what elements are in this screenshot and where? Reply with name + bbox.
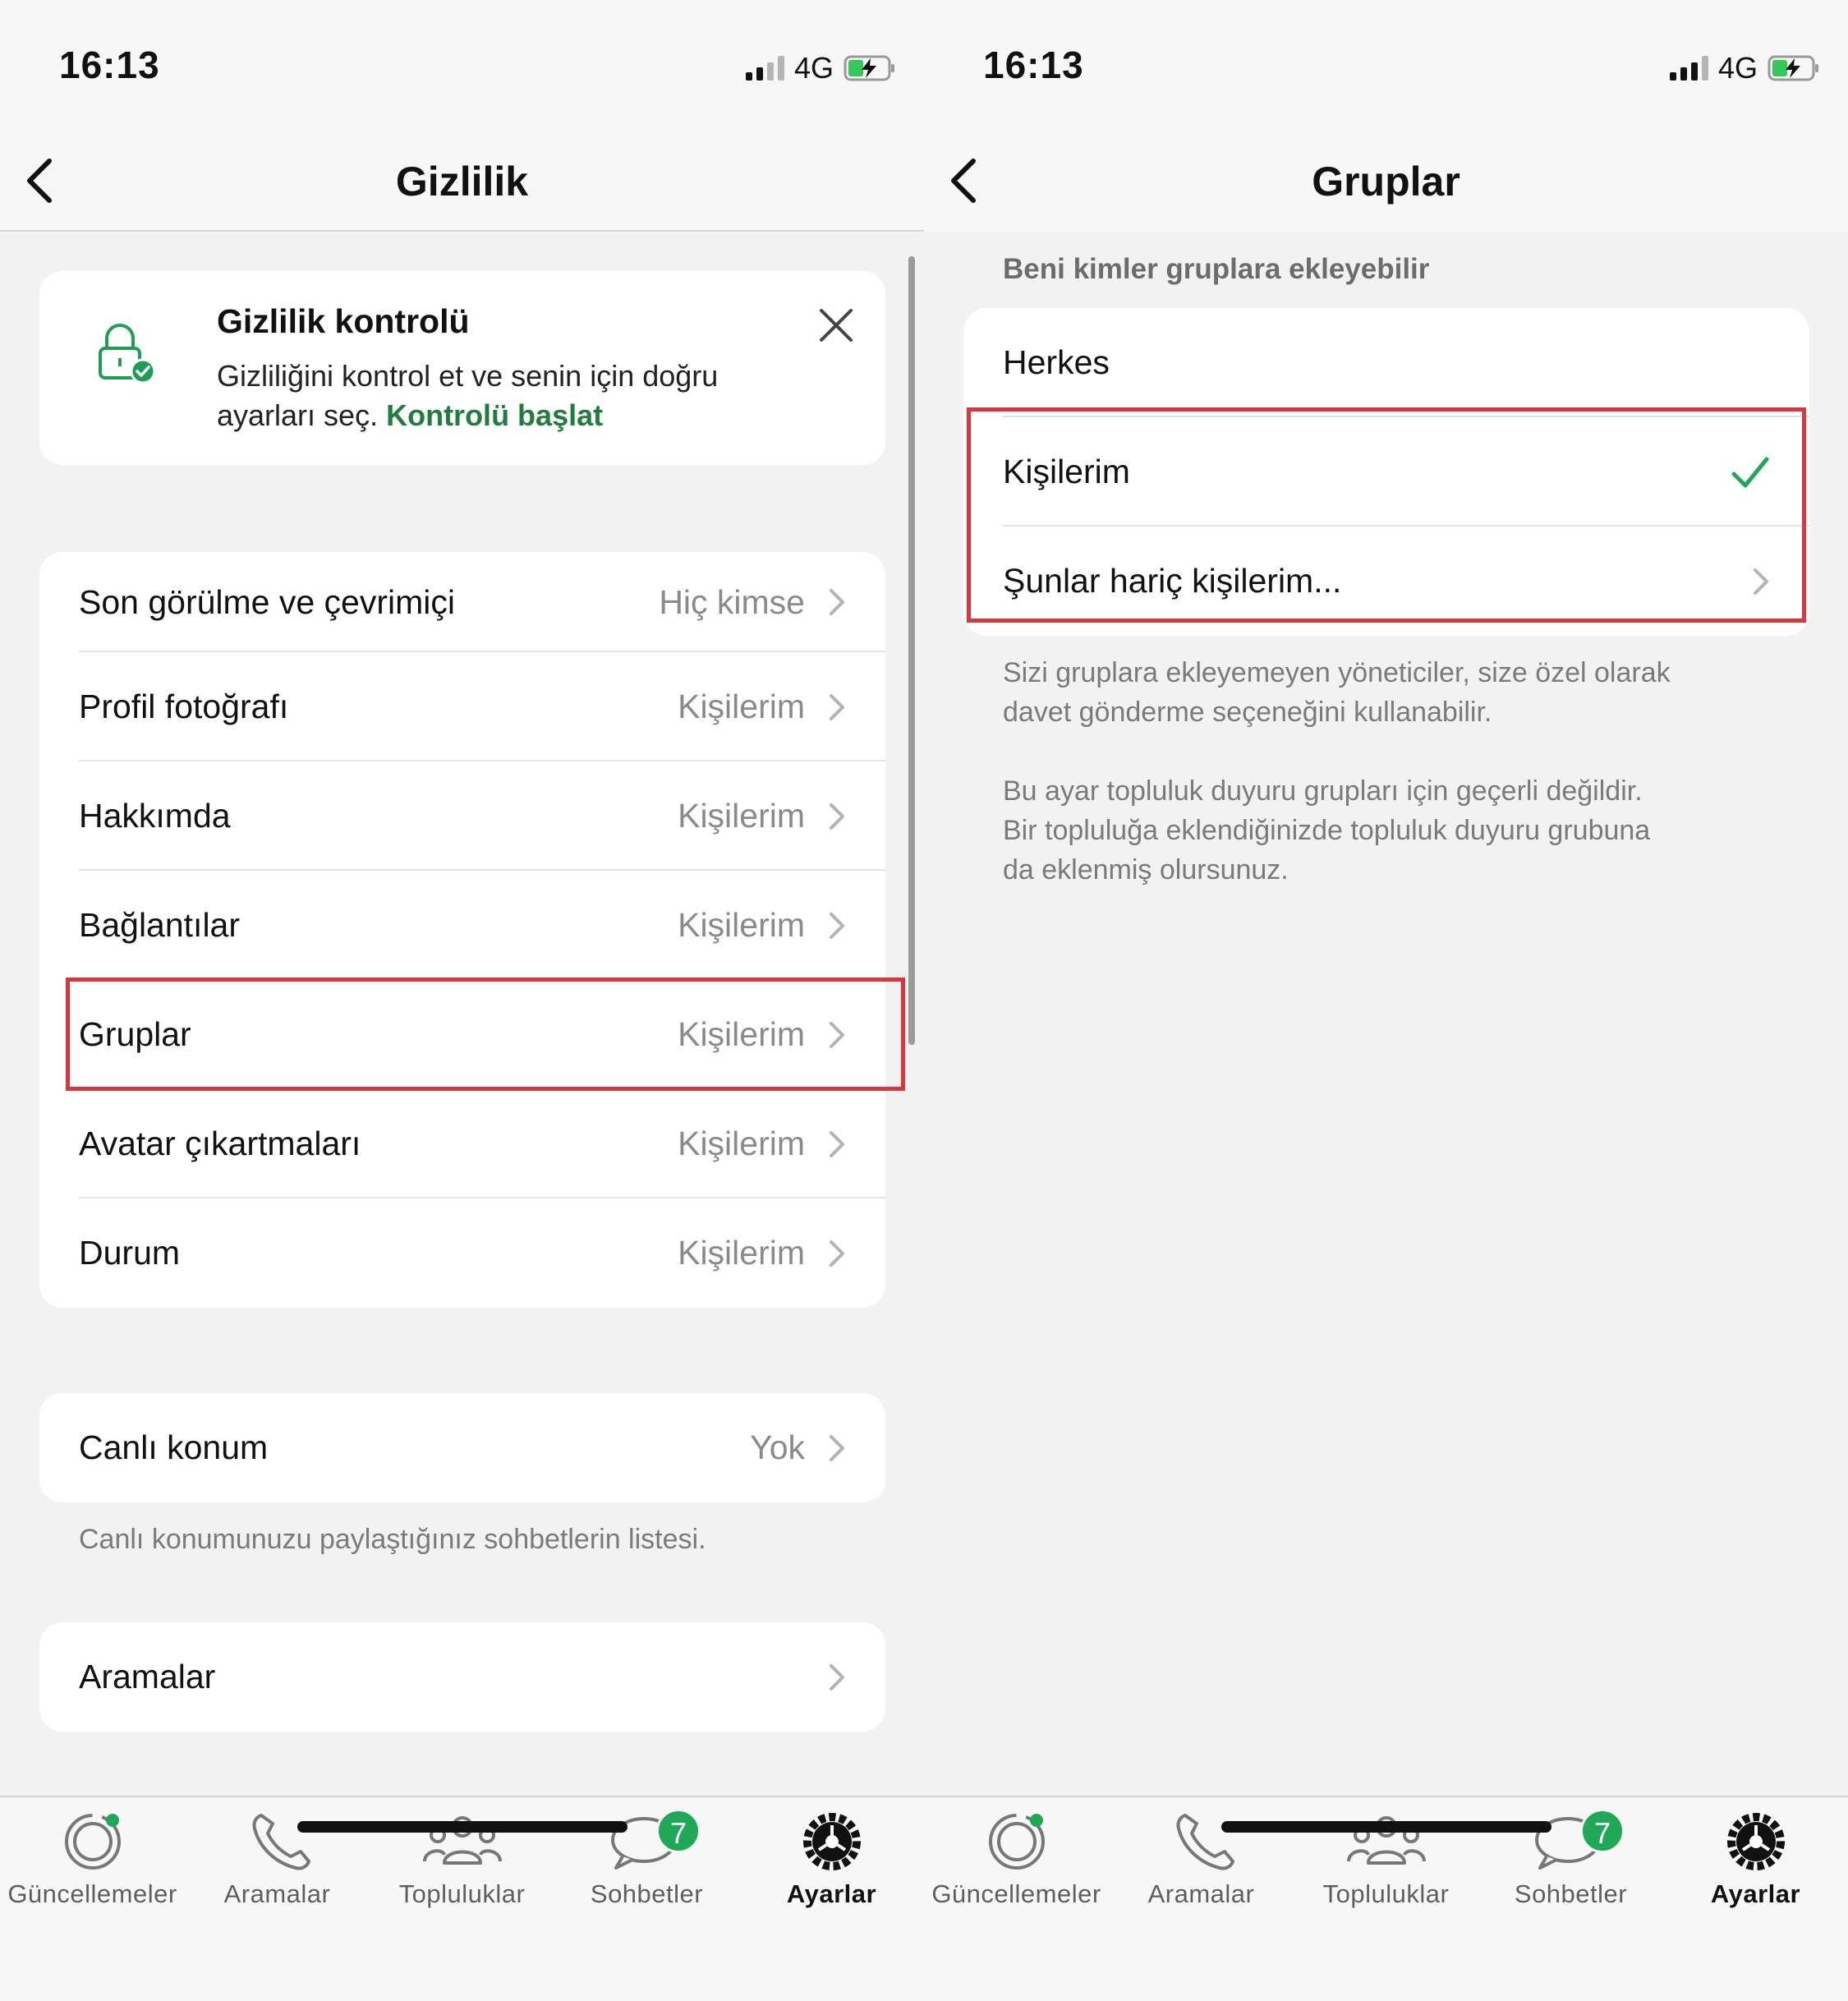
battery-charging-icon (844, 55, 894, 81)
close-icon[interactable] (818, 307, 854, 343)
setting-value: Kişilerim (678, 906, 805, 944)
chevron-right-icon (830, 1434, 844, 1461)
start-check-link[interactable]: Kontrolü başlat (386, 398, 603, 432)
setting-value: Hiç kimse (659, 582, 805, 621)
status-time: 16:13 (983, 44, 1084, 86)
privacy-check-description: Gizliliğini kontrol et ve senin için doğ… (217, 356, 808, 435)
chevron-right-icon (830, 1130, 844, 1157)
live-location-footnote: Canlı konumunuzu paylaştığınız sohbetler… (79, 1524, 706, 1555)
groups-row-highlight (66, 978, 905, 1091)
nav-bar: Gizlilik (0, 131, 924, 232)
tab-label: Topluluklar (1322, 1879, 1450, 1908)
network-type: 4G (793, 51, 834, 85)
tab-settings[interactable]: Ayarlar (739, 1809, 924, 1909)
tab-settings[interactable]: Ayarlar (1663, 1809, 1848, 1909)
setting-label: Profil fotoğrafı (79, 688, 289, 725)
setting-label: Bağlantılar (79, 906, 241, 944)
tab-updates[interactable]: Güncellemeler (924, 1809, 1109, 1909)
note-line: da eklenmiş olursunuz. (1003, 854, 1289, 886)
tab-label: Güncellemeler (931, 1879, 1101, 1908)
setting-label: Hakkımda (79, 797, 231, 835)
chevron-right-icon (830, 912, 844, 939)
tab-label: Ayarlar (786, 1879, 877, 1908)
privacy-settings-list: Son görülme ve çevrimiçi Hiç kimse Profi… (39, 552, 885, 1308)
home-indicator (1221, 1821, 1551, 1833)
privacy-check-title: Gizlilik kontrolü (217, 302, 470, 340)
community-announcement-note: Bu ayar topluluk duyuru grupları için ge… (1003, 771, 1650, 890)
battery-charging-icon (1768, 55, 1818, 81)
settings-gear-icon (1726, 1813, 1785, 1870)
setting-row-calls[interactable]: Aramalar (39, 1622, 885, 1732)
chevron-right-icon (830, 1663, 844, 1690)
option-label: Herkes (1003, 343, 1110, 381)
chevron-right-icon (830, 1240, 844, 1267)
signal-icon (1669, 56, 1708, 80)
setting-value: Kişilerim (678, 688, 805, 725)
updates-icon (64, 1814, 121, 1870)
nav-bar: Gruplar (924, 131, 1848, 232)
setting-row-links[interactable]: Bağlantılar Kişilerim (39, 871, 885, 980)
settings-gear-icon (802, 1813, 861, 1870)
lock-check-icon (99, 324, 156, 384)
status-time: 16:13 (59, 44, 160, 86)
privacy-screen: 16:13 4G Gizlilik Gizlilik kontrolü Gizl… (0, 0, 924, 2001)
tab-label: Sohbetler (1514, 1879, 1628, 1908)
signal-icon (745, 56, 784, 80)
setting-value: Kişilerim (678, 1125, 805, 1162)
setting-label: Canlı konum (79, 1428, 269, 1466)
setting-value: Kişilerim (678, 1234, 805, 1272)
unread-badge: 7 (1580, 1809, 1625, 1853)
tab-updates[interactable]: Güncellemeler (0, 1809, 185, 1909)
status-bar: 16:13 4G (924, 0, 1848, 131)
tab-label: Ayarlar (1710, 1879, 1801, 1908)
setting-row-status[interactable]: Durum Kişilerim (39, 1198, 885, 1308)
setting-row-live-location[interactable]: Canlı konum Yok (39, 1393, 885, 1502)
tab-label: Sohbetler (590, 1879, 704, 1908)
admin-invite-note: Sizi gruplara ekleyemeyen yöneticiler, s… (1003, 653, 1671, 732)
chevron-right-icon (830, 803, 844, 830)
setting-label: Son görülme ve çevrimiçi (79, 582, 455, 621)
calls-card: Aramalar (39, 1622, 885, 1732)
setting-label: Durum (79, 1234, 181, 1272)
page-title: Gruplar (1312, 159, 1460, 205)
setting-row-avatar-stickers[interactable]: Avatar çıkartmaları Kişilerim (39, 1089, 885, 1198)
section-header: Beni kimler gruplara ekleyebilir (1003, 253, 1430, 285)
note-line: davet gönderme seçeneğini kullanabilir. (1003, 697, 1492, 728)
scrollbar[interactable] (908, 256, 915, 1045)
page-title: Gizlilik (395, 159, 529, 205)
home-indicator (297, 1821, 627, 1833)
network-type: 4G (1717, 51, 1758, 85)
communities-icon (422, 1816, 502, 1865)
communities-icon (1346, 1816, 1426, 1865)
setting-row-profile-photo[interactable]: Profil fotoğrafı Kişilerim (39, 652, 885, 761)
note-line: Sizi gruplara ekleyemeyen yöneticiler, s… (1003, 657, 1671, 688)
chevron-right-icon (830, 589, 844, 615)
options-highlight (967, 407, 1806, 623)
unread-badge: 7 (656, 1809, 701, 1853)
chevron-right-icon (830, 693, 844, 720)
tab-label: Topluluklar (398, 1879, 526, 1908)
tab-label: Güncellemeler (7, 1879, 177, 1908)
phone-icon (1176, 1814, 1234, 1870)
setting-row-about[interactable]: Hakkımda Kişilerim (39, 761, 885, 871)
groups-screen: 16:13 4G Gruplar Beni kimler gruplara ek… (924, 0, 1848, 2001)
privacy-check-card[interactable]: Gizlilik kontrolü Gizliliğini kontrol et… (39, 271, 885, 465)
note-line: Bu ayar topluluk duyuru grupları için ge… (1003, 775, 1643, 807)
note-line: Bir topluluğa eklendiğinizde topluluk du… (1003, 815, 1651, 846)
tab-label: Aramalar (223, 1879, 331, 1908)
setting-value: Kişilerim (678, 797, 805, 835)
setting-value: Yok (750, 1428, 805, 1466)
option-everyone[interactable]: Herkes (963, 308, 1809, 417)
setting-row-last-seen[interactable]: Son görülme ve çevrimiçi Hiç kimse (39, 552, 885, 652)
live-location-card: Canlı konum Yok (39, 1393, 885, 1502)
phone-icon (252, 1814, 310, 1870)
status-bar: 16:13 4G (0, 0, 924, 131)
setting-label: Aramalar (79, 1658, 216, 1695)
tab-label: Aramalar (1147, 1879, 1255, 1908)
setting-label: Avatar çıkartmaları (79, 1125, 361, 1162)
updates-icon (988, 1814, 1045, 1870)
